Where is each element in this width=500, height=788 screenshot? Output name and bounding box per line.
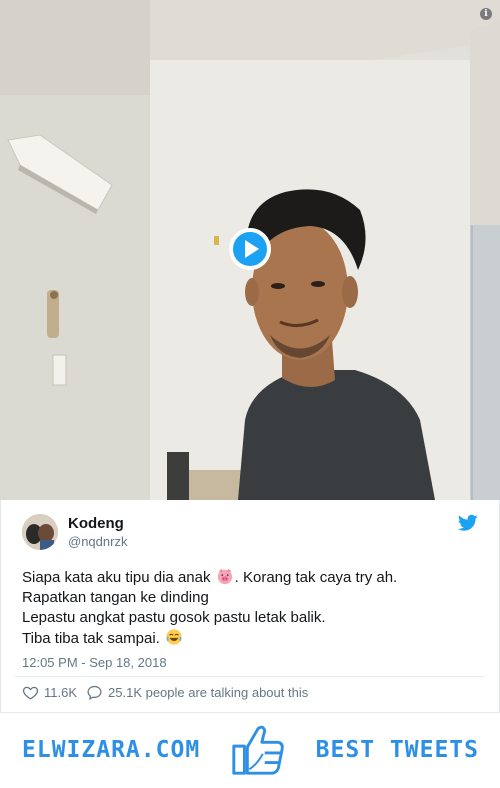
tweet-line: Rapatkan tangan ke dinding — [22, 589, 209, 606]
pig-face-emoji — [217, 568, 232, 585]
like-button[interactable]: 11.6K — [22, 684, 77, 701]
twitter-bird-icon[interactable] — [458, 514, 478, 532]
info-icon[interactable]: i — [480, 8, 492, 20]
author-handle[interactable]: @nqdnrzk — [68, 534, 127, 549]
tears-of-joy-emoji — [166, 629, 182, 645]
tweet-line: Siapa kata aku tipu dia anak . Korang ta… — [22, 568, 398, 586]
play-button[interactable] — [228, 227, 272, 271]
tweet-line: Tiba tiba tak sampai. — [22, 628, 480, 649]
conversation-link[interactable]: 25.1K people are talking about this — [86, 684, 308, 701]
conversation-text: 25.1K people are talking about this — [108, 684, 309, 700]
like-count: 11.6K — [44, 684, 78, 700]
tweet-actions: 11.6K 25.1K people are talking about thi… — [22, 683, 308, 701]
site-name[interactable]: ELWIZARA.COM — [22, 737, 200, 763]
banner-tagline: BEST TWEETS — [315, 737, 479, 763]
video-player[interactable]: i — [0, 0, 500, 500]
heart-icon — [22, 686, 39, 700]
divider — [15, 676, 485, 677]
tweet-text: Siapa kata aku tipu dia anak . Korang ta… — [22, 567, 480, 649]
author-name[interactable]: Kodeng — [68, 515, 124, 532]
tweet-line: Lepastu angkat pastu gosok pastu letak b… — [22, 609, 326, 626]
thumbs-up-icon — [232, 725, 284, 775]
tweet-card[interactable]: Kodeng @nqdnrzk Siapa kata aku tipu dia … — [0, 500, 500, 712]
tweet-embed-page: i Kodeng @nqdnrzk Siapa kata aku tipu di… — [0, 0, 500, 788]
footer-banner: ELWIZARA.COM BEST TWEETS — [0, 712, 500, 784]
speech-bubble-icon — [87, 685, 102, 700]
avatar[interactable] — [22, 514, 58, 550]
play-circle-icon — [229, 228, 271, 270]
tweet-timestamp[interactable]: 12:05 PM - Sep 18, 2018 — [22, 655, 167, 670]
